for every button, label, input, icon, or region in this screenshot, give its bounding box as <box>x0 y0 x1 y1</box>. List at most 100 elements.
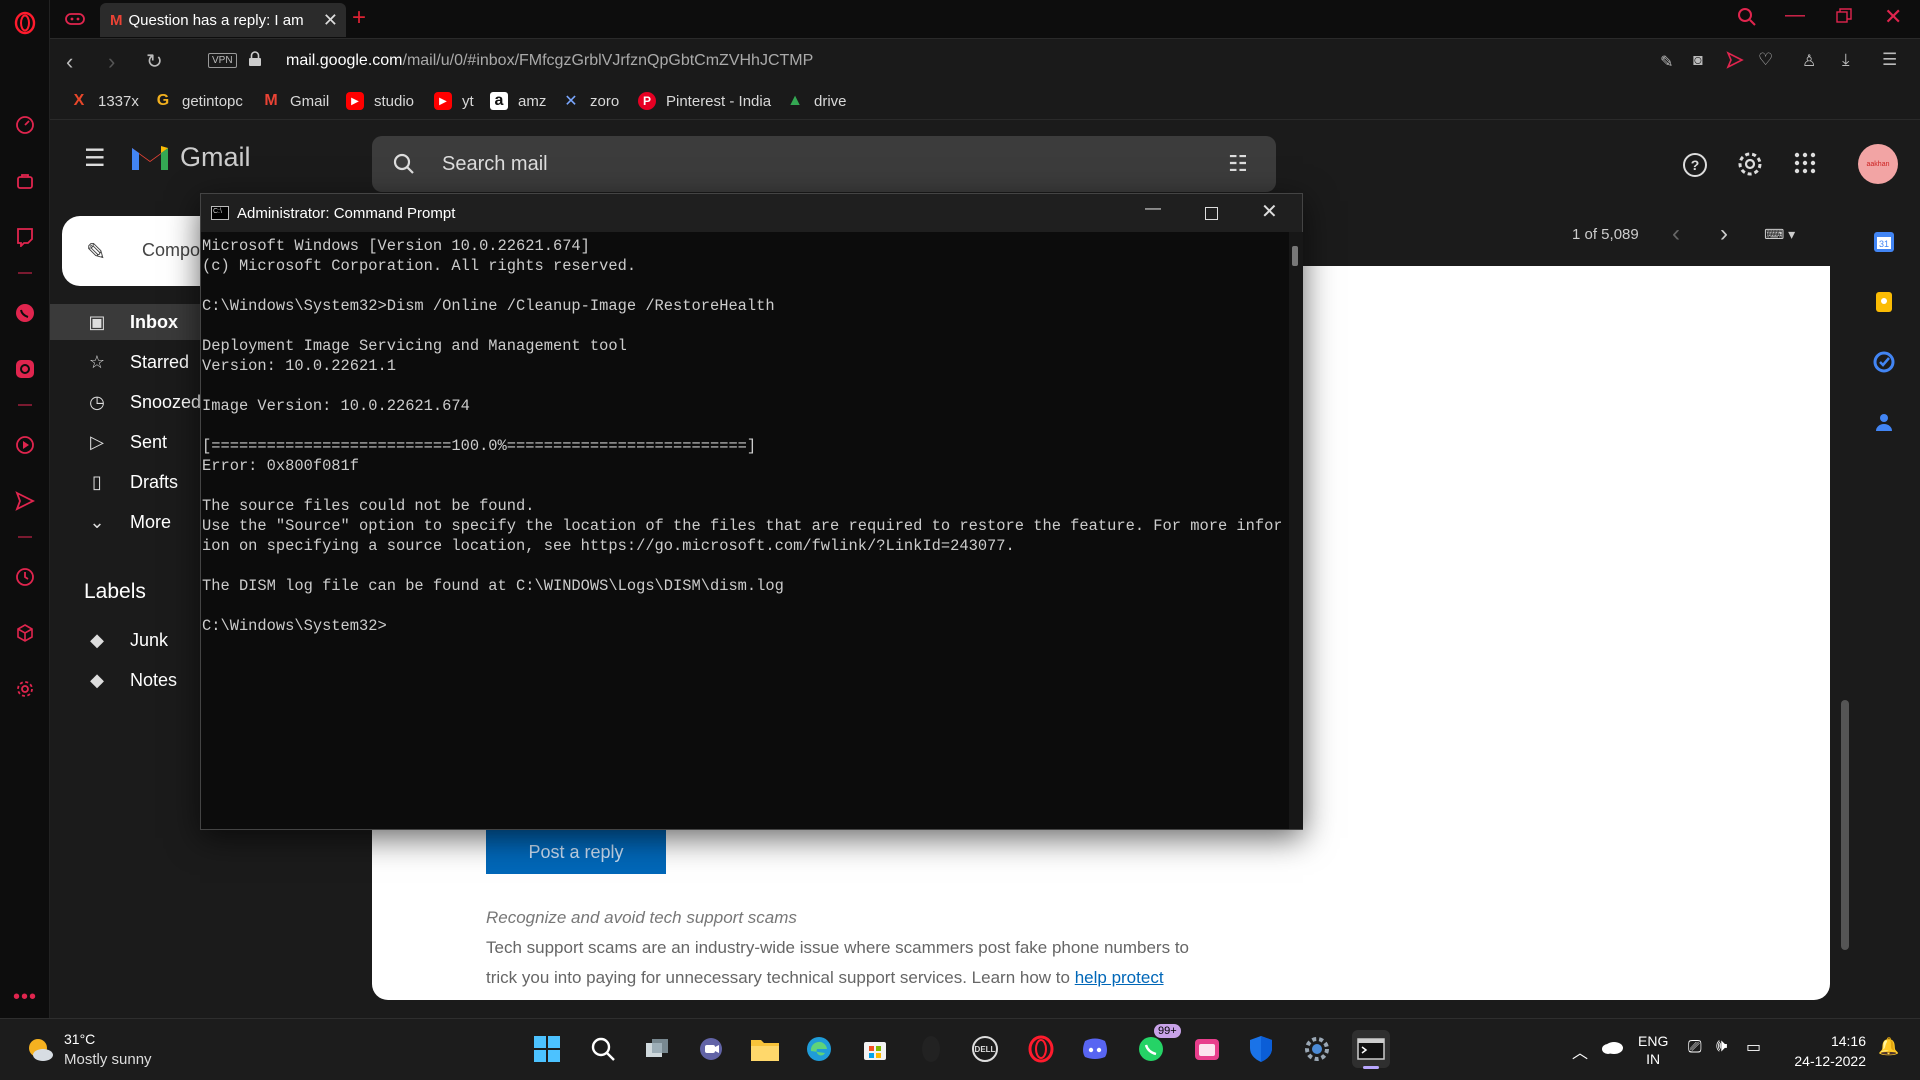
history-icon[interactable] <box>12 564 38 590</box>
shopping-bag-icon[interactable] <box>12 168 38 194</box>
close-window-icon[interactable]: ✕ <box>1884 4 1902 30</box>
instagram-icon[interactable] <box>12 356 38 382</box>
gmail-logo-icon[interactable] <box>130 142 170 177</box>
bookmark-getintopc[interactable]: Ggetintopc <box>154 92 243 110</box>
send-icon[interactable] <box>12 488 38 514</box>
input-tools-icon[interactable]: ⌨ ▾ <box>1764 226 1795 243</box>
tab-gmail[interactable]: M Question has a reply: I am ✕ <box>100 3 346 37</box>
file-explorer-icon[interactable] <box>746 1030 784 1068</box>
camera-icon[interactable]: ◙ <box>1693 52 1703 70</box>
bookmark-gmail[interactable]: M Gmail <box>262 92 329 110</box>
search-input[interactable]: Search mail <box>442 153 548 176</box>
gamepad-tab-icon[interactable] <box>64 9 86 34</box>
alienware-icon[interactable] <box>912 1030 950 1068</box>
settings-gear-icon[interactable] <box>12 676 38 702</box>
cmd-scrollbar[interactable] <box>1289 232 1303 829</box>
close-tab-icon[interactable]: ✕ <box>323 10 338 31</box>
lock-icon[interactable] <box>248 51 262 72</box>
extensions-cube-icon[interactable] <box>12 620 38 646</box>
start-windows-icon[interactable] <box>528 1030 566 1068</box>
weather-desc[interactable]: Mostly sunny <box>64 1051 152 1068</box>
download-icon[interactable]: ⤓ <box>1842 50 1850 70</box>
clipchamp-icon[interactable] <box>1188 1030 1226 1068</box>
help-icon[interactable]: ? <box>1682 152 1708 183</box>
bookmark-icon: M <box>264 92 278 109</box>
flow-send-icon[interactable] <box>1726 51 1744 74</box>
new-tab-plus-icon[interactable]: + <box>352 4 366 32</box>
search-tabs-icon[interactable] <box>1736 6 1758 33</box>
onedrive-icon[interactable] <box>1600 1037 1624 1060</box>
input-language[interactable]: ENG IN <box>1638 1032 1668 1068</box>
cmd-close-icon[interactable]: ✕ <box>1261 199 1278 224</box>
snapshot-edit-icon[interactable]: ✎ <box>1660 52 1673 72</box>
bookmark-studio[interactable]: ▶ studio <box>346 92 414 110</box>
cmd-console-output[interactable]: Microsoft Windows [Version 10.0.22621.67… <box>201 232 1281 829</box>
contacts-icon[interactable] <box>1872 410 1896 439</box>
scrollbar-thumb[interactable] <box>1841 700 1849 950</box>
search-options-icon[interactable]: ☷ <box>1228 151 1248 177</box>
avatar[interactable]: aakhan <box>1858 144 1898 184</box>
battery-icon[interactable]: ▭ <box>1746 1037 1761 1057</box>
bookmark-yt[interactable]: ▶ yt <box>434 92 474 110</box>
reload-icon[interactable]: ↻ <box>146 49 163 74</box>
vpn-badge[interactable]: VPN <box>208 53 237 68</box>
easy-setup-icon[interactable]: ☰ <box>1882 50 1897 70</box>
heart-icon[interactable]: ♡ <box>1758 50 1773 70</box>
bookmark-1337x[interactable]: X 1337x <box>70 92 139 110</box>
search-box[interactable]: Search mail ☷ <box>372 136 1276 192</box>
next-page-icon[interactable]: › <box>1720 220 1728 248</box>
speed-dial-icon[interactable] <box>12 112 38 138</box>
teams-chat-icon[interactable] <box>692 1030 730 1068</box>
windows-security-icon[interactable] <box>1242 1030 1280 1068</box>
weather-sun-icon[interactable] <box>24 1034 56 1069</box>
minimize-window-icon[interactable]: — <box>1785 4 1805 27</box>
page-scrollbar[interactable] <box>1838 216 1852 1006</box>
help-protect-link[interactable]: help protect <box>1075 968 1164 987</box>
whatsapp-icon[interactable] <box>12 300 38 326</box>
taskbar-search-icon[interactable] <box>584 1030 622 1068</box>
dell-icon[interactable]: DELL <box>966 1030 1004 1068</box>
bookmark-pinterest[interactable]: P Pinterest - India <box>638 92 771 110</box>
cmd-title-bar[interactable]: C:\ Administrator: Command Prompt — ✕ <box>201 194 1302 232</box>
post-reply-button[interactable]: Post a reply <box>486 830 666 874</box>
forward-arrow-icon[interactable]: › <box>108 49 115 75</box>
settings-taskbar-icon[interactable] <box>1298 1030 1336 1068</box>
command-prompt-window[interactable]: C:\ Administrator: Command Prompt — ✕ Mi… <box>200 193 1303 830</box>
terminal-taskbar-icon[interactable] <box>1352 1030 1390 1069</box>
opera-taskbar-icon[interactable] <box>1022 1030 1060 1068</box>
clock[interactable]: 14:16 24-12-2022 <box>1790 1031 1866 1071</box>
restore-window-icon[interactable] <box>1836 8 1852 29</box>
notifications-icon[interactable]: 🔔 <box>1878 1037 1899 1057</box>
bookmark-amz[interactable]: a amz <box>490 92 546 110</box>
cmd-maximize-icon[interactable] <box>1205 207 1218 220</box>
player-icon[interactable] <box>12 432 38 458</box>
microsoft-store-icon[interactable] <box>856 1030 894 1068</box>
cmd-scrollbar-thumb[interactable] <box>1292 246 1298 266</box>
edge-icon[interactable] <box>800 1030 838 1068</box>
tasks-icon[interactable] <box>1872 350 1896 379</box>
keep-icon[interactable] <box>1872 290 1896 319</box>
cmd-minimize-icon[interactable]: — <box>1145 200 1161 218</box>
opera-logo-icon[interactable] <box>12 10 38 36</box>
bookmark-zoro[interactable]: ✕ zoro <box>562 92 619 111</box>
twitch-icon[interactable] <box>12 224 38 250</box>
more-dots-icon[interactable]: ••• <box>12 984 38 1010</box>
apps-grid-icon[interactable] <box>1794 152 1816 179</box>
prev-page-icon[interactable]: ‹ <box>1672 220 1680 248</box>
show-hidden-icons-icon[interactable]: ︿ <box>1572 1039 1588 1063</box>
console-line: Deployment Image Servicing and Managemen… <box>202 337 627 355</box>
weather-temp[interactable]: 31°C <box>64 1031 95 1047</box>
whatsapp-taskbar-icon[interactable]: 99+ <box>1132 1024 1181 1068</box>
calendar-icon[interactable]: 31 <box>1872 230 1896 259</box>
settings-icon[interactable] <box>1736 150 1764 183</box>
volume-icon[interactable]: 🕪 <box>1716 1035 1727 1056</box>
discord-icon[interactable] <box>1076 1030 1114 1068</box>
search-icon[interactable] <box>392 152 416 181</box>
main-menu-icon[interactable]: ☰ <box>84 144 106 173</box>
url-field[interactable]: mail.google.com/mail/u/0/#inbox/FMfcgzGr… <box>286 52 813 70</box>
task-view-icon[interactable] <box>638 1030 676 1068</box>
network-icon[interactable]: ⎚ <box>1688 1037 1702 1057</box>
profile-icon[interactable]: ♙ <box>1802 51 1816 71</box>
back-arrow-icon[interactable]: ‹ <box>66 49 73 75</box>
bookmark-drive[interactable]: ▲ drive <box>786 92 846 110</box>
